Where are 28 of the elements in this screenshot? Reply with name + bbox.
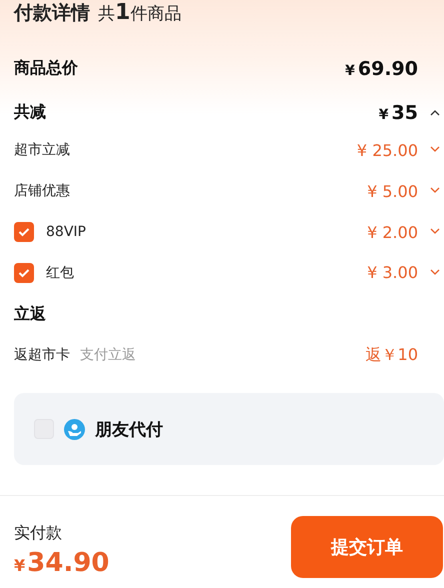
discount-label: 88VIP: [46, 224, 86, 240]
check-icon: [18, 227, 30, 238]
check-icon: [18, 268, 30, 278]
discount-label: 共减: [14, 102, 46, 124]
discount-amount: ¥ 5.00: [367, 182, 418, 201]
submit-order-button[interactable]: 提交订单: [291, 516, 443, 578]
rebate-note: 支付立返: [80, 346, 136, 364]
discount-label: 超市立减: [14, 141, 70, 160]
discount-amount: ¥ 3.00: [367, 263, 418, 282]
rebate-amount: 返￥10: [366, 344, 418, 366]
discount-amount: ¥ 25.00: [356, 140, 418, 160]
item-count: 共1件商品: [98, 0, 182, 25]
discount-total: ¥35: [378, 102, 418, 124]
discount-label: 店铺优惠: [14, 182, 70, 200]
checkbox[interactable]: [14, 222, 34, 242]
rebate-title: 立返: [14, 304, 46, 325]
rebate-label: 返超市卡: [14, 346, 70, 364]
total-price: ¥69.90: [345, 58, 418, 80]
caret-icon[interactable]: [430, 108, 440, 116]
actual-pay-price: ¥34.90: [14, 548, 110, 578]
page-title: 付款详情: [14, 1, 90, 26]
hand-coin-icon: [64, 418, 85, 440]
discount-amount: ¥ 2.00: [367, 222, 418, 242]
friend-pay-label: 朋友代付: [95, 418, 163, 441]
total-label: 商品总价: [14, 58, 78, 80]
actual-pay-label: 实付款: [14, 523, 63, 544]
discount-label: 红包: [46, 264, 74, 282]
checkbox[interactable]: [14, 262, 34, 283]
